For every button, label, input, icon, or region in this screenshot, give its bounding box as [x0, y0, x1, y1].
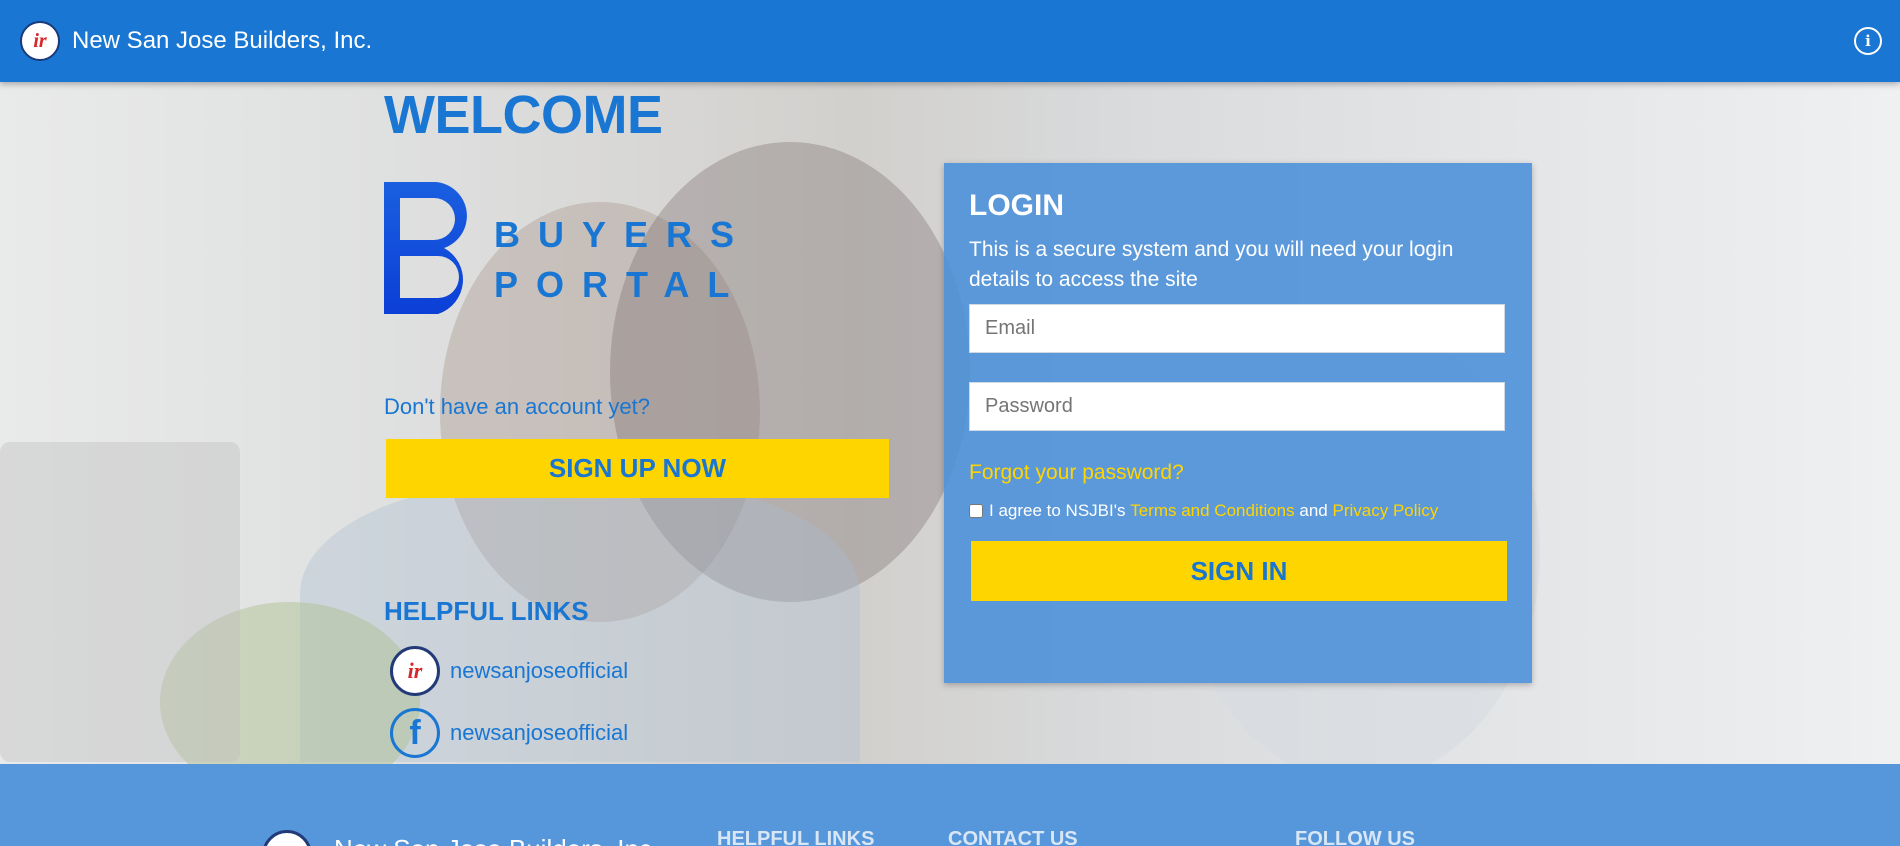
helpful-link-label: newsanjoseofficial [450, 658, 629, 683]
welcome-title: WELCOME [384, 85, 663, 145]
nsjbi-logo-glyph: ir [407, 658, 423, 683]
nsjbi-logo-icon: ir [390, 646, 440, 696]
agree-checkbox[interactable] [969, 504, 983, 518]
sign-in-label: SIGN IN [1190, 555, 1288, 586]
footer: New San Jose Builders, Inc. HELPFUL LINK… [0, 764, 1900, 846]
sign-in-button[interactable]: SIGN IN [971, 541, 1507, 601]
terms-link[interactable]: Terms and Conditions [1130, 501, 1294, 521]
facebook-icon: f [390, 708, 440, 758]
info-glyph: i [1865, 32, 1871, 50]
footer-contact-heading: CONTACT US [948, 828, 1078, 846]
buyers-word: BUYERS [494, 214, 753, 255]
forgot-password-link[interactable]: Forgot your password? [969, 461, 1184, 485]
company-logo-glyph: ir [33, 29, 47, 52]
helpful-link-label: newsanjoseofficial [450, 720, 629, 745]
helpful-links-title: HELPFUL LINKS [384, 596, 589, 626]
sign-up-button[interactable]: SIGN UP NOW [386, 439, 889, 498]
footer-follow-heading: FOLLOW US [1295, 828, 1415, 846]
helpful-link-facebook[interactable]: f newsanjoseofficial [390, 708, 628, 758]
agree-and: and [1299, 501, 1328, 520]
password-field[interactable] [969, 382, 1505, 431]
buyers-portal-logo: BUYERS PORTAL [384, 182, 734, 314]
login-title: LOGIN [969, 189, 1064, 222]
photo-shape [0, 442, 240, 762]
facebook-glyph: f [409, 713, 421, 752]
agree-terms-row: I agree to NSJBI's Terms and Conditions … [969, 501, 1438, 521]
helpful-link-nsjbi[interactable]: ir newsanjoseofficial [390, 646, 628, 696]
email-field[interactable] [969, 304, 1505, 353]
footer-helpful-links-heading: HELPFUL LINKS [717, 828, 875, 846]
buyers-portal-b-icon [384, 182, 467, 314]
sign-up-label: SIGN UP NOW [548, 453, 727, 483]
footer-logo-icon [262, 830, 312, 846]
info-icon[interactable]: i [1854, 27, 1882, 55]
login-card: LOGIN This is a secure system and you wi… [944, 163, 1532, 683]
top-app-bar: ir New San Jose Builders, Inc. i [0, 0, 1900, 82]
portal-word: PORTAL [494, 264, 748, 305]
privacy-link[interactable]: Privacy Policy [1332, 501, 1438, 521]
agree-prefix: I agree to NSJBI's [989, 501, 1126, 520]
footer-company-name: New San Jose Builders, Inc. [334, 834, 659, 846]
company-name: New San Jose Builders, Inc. [72, 27, 373, 54]
no-account-prompt: Don't have an account yet? [384, 394, 650, 419]
login-description: This is a secure system and you will nee… [969, 238, 1454, 291]
company-logo-icon: ir [20, 21, 60, 61]
